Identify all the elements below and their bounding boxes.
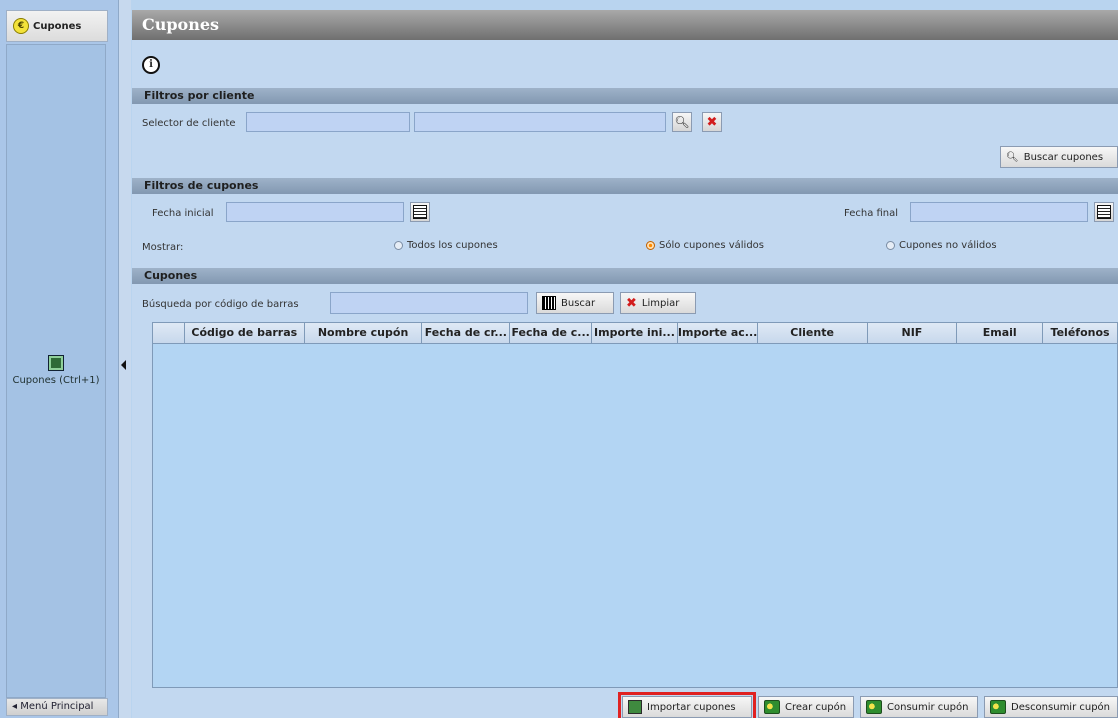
table-header-cell[interactable]: Email: [957, 323, 1044, 343]
splitter[interactable]: [118, 0, 131, 718]
magnifier-icon: 🔍︎: [674, 115, 690, 129]
calendar-icon: [1097, 205, 1111, 219]
fecha-inicial-label: Fecha inicial: [152, 208, 214, 219]
table-header-cell[interactable]: Cliente: [758, 323, 868, 343]
table-header-cell[interactable]: Importe ini...: [592, 323, 678, 343]
cliente-code-field[interactable]: [246, 112, 410, 132]
crear-label: Crear cupón: [785, 701, 847, 713]
main-menu-button[interactable]: ◂ Menú Principal: [6, 698, 108, 716]
fecha-inicial-field[interactable]: [226, 202, 404, 222]
desconsumir-cupon-button[interactable]: Desconsumir cupón: [984, 696, 1118, 718]
table-header-cell[interactable]: Fecha de c...: [510, 323, 593, 343]
collapse-arrow-icon[interactable]: [121, 360, 126, 370]
sidebar-tab-label: Cupones: [33, 20, 82, 32]
unconsume-coupon-icon: [990, 700, 1006, 714]
close-icon: ✖: [706, 114, 718, 130]
table-header-cell[interactable]: NIF: [868, 323, 958, 343]
barcode-search-field[interactable]: [330, 292, 528, 314]
consumir-cupon-button[interactable]: Consumir cupón: [860, 696, 978, 718]
radio-dot-selected: [646, 241, 655, 250]
importar-cupones-button[interactable]: Importar cupones: [618, 692, 756, 718]
radio-no-validos[interactable]: Cupones no válidos: [886, 240, 997, 251]
barcode-limpiar-button[interactable]: ✖ Limpiar: [620, 292, 696, 314]
radio-label: Todos los cupones: [407, 240, 498, 251]
sidebar: € Cupones Cupones (Ctrl+1) ◂ Menú Princi…: [0, 0, 118, 718]
calendar-icon: [413, 205, 427, 219]
fecha-final-label: Fecha final: [844, 208, 899, 219]
coupon-app-icon: [48, 355, 64, 371]
coin-icon: €: [13, 18, 29, 34]
main-menu-label: Menú Principal: [20, 701, 94, 712]
radio-label: Sólo cupones válidos: [659, 240, 764, 251]
table-header-cell[interactable]: Fecha de cr...: [422, 323, 511, 343]
radio-todos[interactable]: Todos los cupones: [394, 240, 498, 251]
consume-coupon-icon: [866, 700, 882, 714]
search-client-button[interactable]: 🔍︎: [672, 112, 692, 132]
radio-dot: [394, 241, 403, 250]
radio-label: Cupones no válidos: [899, 240, 997, 251]
sidebar-tab-cupones[interactable]: € Cupones: [6, 10, 108, 42]
radio-dot: [886, 241, 895, 250]
barcode-buscar-button[interactable]: Buscar: [536, 292, 614, 314]
section-header-clientes: Filtros por cliente: [132, 88, 1118, 104]
radio-validos[interactable]: Sólo cupones válidos: [646, 240, 764, 251]
clear-client-button[interactable]: ✖: [702, 112, 722, 132]
fecha-final-field[interactable]: [910, 202, 1088, 222]
excel-import-icon: [628, 700, 642, 714]
section-header-filtros-cupones: Filtros de cupones: [132, 178, 1118, 194]
consumir-label: Consumir cupón: [887, 701, 969, 713]
page-title: Cupones: [132, 10, 1118, 40]
info-icon[interactable]: i: [142, 56, 160, 74]
create-coupon-icon: [764, 700, 780, 714]
close-icon: ✖: [626, 295, 637, 311]
sidebar-item-cupones[interactable]: Cupones (Ctrl+1): [7, 355, 105, 386]
limpiar-label: Limpiar: [641, 297, 680, 309]
chevron-left-icon: ◂: [12, 701, 21, 712]
table-header-cell[interactable]: Código de barras: [185, 323, 305, 343]
calendar-button-final[interactable]: [1094, 202, 1114, 222]
desconsumir-label: Desconsumir cupón: [1011, 701, 1111, 713]
table-header: Código de barras Nombre cupón Fecha de c…: [153, 323, 1117, 344]
importar-label: Importar cupones: [647, 701, 736, 713]
cliente-selector-label: Selector de cliente: [142, 118, 236, 129]
sidebar-panel: Cupones (Ctrl+1): [6, 44, 106, 698]
mostrar-label: Mostrar:: [142, 242, 184, 253]
table-header-cell[interactable]: Nombre cupón: [305, 323, 423, 343]
buscar-cupones-label: Buscar cupones: [1023, 151, 1104, 163]
cliente-name-field[interactable]: [414, 112, 666, 132]
crear-cupon-button[interactable]: Crear cupón: [758, 696, 854, 718]
main-panel: Cupones i Filtros por cliente Selector d…: [132, 10, 1118, 718]
barcode-icon: [542, 296, 556, 310]
buscar-cupones-button[interactable]: 🔍︎ Buscar cupones: [1000, 146, 1118, 168]
section-header-cupones: Cupones: [132, 268, 1118, 284]
table-header-cell[interactable]: Teléfonos: [1043, 323, 1117, 343]
sidebar-item-label: Cupones (Ctrl+1): [12, 375, 100, 386]
bottom-toolbar: Importar cupones Crear cupón Consumir cu…: [132, 682, 1118, 718]
barcode-search-label: Búsqueda por código de barras: [142, 299, 299, 310]
coupons-table[interactable]: Código de barras Nombre cupón Fecha de c…: [152, 322, 1118, 688]
table-header-cell[interactable]: [153, 323, 185, 343]
calendar-button-inicial[interactable]: [410, 202, 430, 222]
table-header-cell[interactable]: Importe ac...: [678, 323, 758, 343]
magnifier-icon: 🔍︎: [1006, 151, 1019, 163]
buscar-label: Buscar: [561, 297, 596, 309]
